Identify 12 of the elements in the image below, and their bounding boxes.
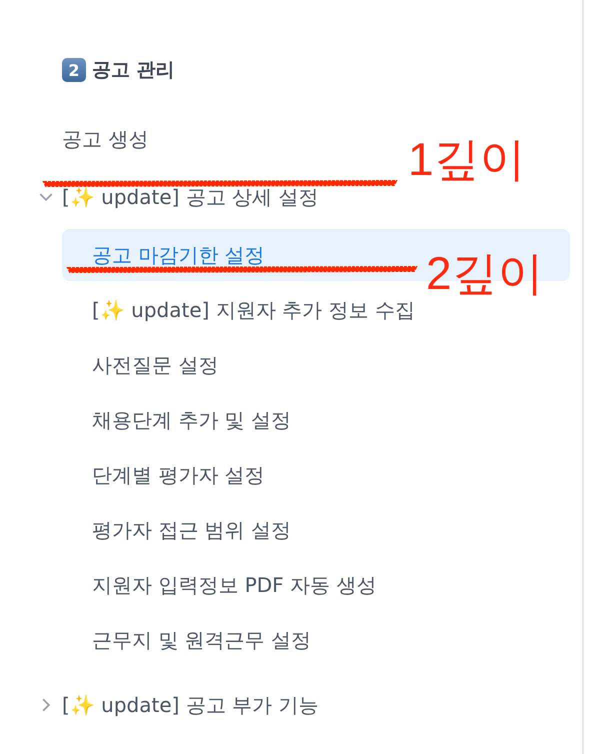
nav-item[interactable]: 평가자 접근 범위 설정 [62, 504, 570, 556]
number-badge: 2 [62, 58, 86, 82]
depth-annotation: 1깊이 [408, 136, 526, 182]
nav-item[interactable]: 사전질문 설정 [62, 339, 570, 391]
nav-item[interactable]: 단계별 평가자 설정 [62, 449, 570, 501]
nav-item[interactable]: 공고 생성 [62, 126, 148, 152]
nav-group[interactable]: [✨ update] 공고 상세 설정 [62, 184, 319, 210]
nav-item[interactable]: 근무지 및 원격근무 설정 [62, 614, 570, 666]
nav-group[interactable]: [✨ update] 공고 부가 기능 [62, 692, 319, 718]
nav-item[interactable]: 채용단계 추가 및 설정 [62, 394, 570, 446]
nav-item[interactable]: 지원자 입력정보 PDF 자동 생성 [62, 559, 570, 611]
section-heading: 공고 관리 [92, 58, 175, 83]
